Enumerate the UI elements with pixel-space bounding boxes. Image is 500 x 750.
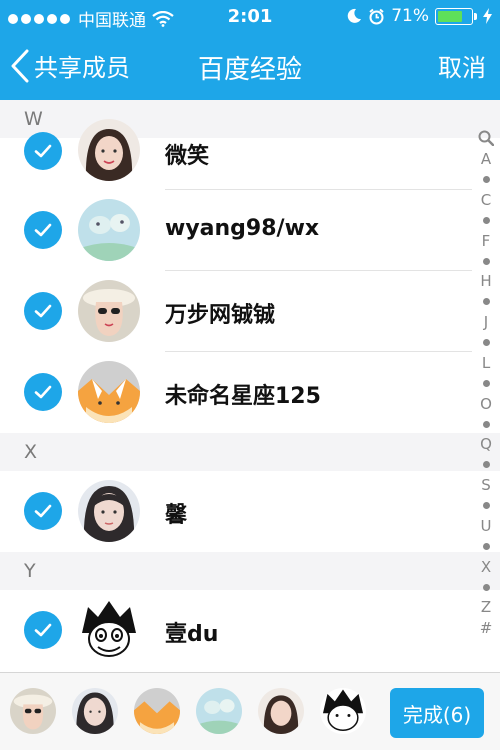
index-dot — [482, 583, 490, 591]
nav-bar: 共享成员 百度经验 取消 — [0, 34, 500, 100]
member-name: wyang98/wx — [165, 216, 320, 241]
section-header-w: W — [0, 100, 500, 138]
member-name: 万步网铖铖 — [165, 303, 276, 328]
index-letter[interactable]: Q — [480, 434, 492, 454]
selected-avatar[interactable] — [72, 688, 118, 734]
index-dot — [482, 379, 490, 387]
battery-icon — [435, 7, 477, 25]
index-letter[interactable]: # — [480, 618, 493, 638]
index-letter[interactable]: Z — [481, 597, 491, 617]
selected-avatar[interactable] — [258, 688, 304, 734]
member-row[interactable]: 馨 — [0, 471, 500, 552]
checkmark-icon[interactable] — [24, 132, 62, 170]
alarm-icon — [369, 8, 384, 24]
cancel-button[interactable]: 取消 — [438, 48, 486, 83]
selected-avatar[interactable] — [10, 688, 56, 734]
checkmark-icon[interactable] — [24, 211, 62, 249]
back-button[interactable]: 共享成员 — [10, 48, 130, 83]
checkmark-icon[interactable] — [24, 611, 62, 649]
selected-avatar[interactable] — [320, 688, 366, 734]
status-bar: 中国联通 2:01 71% — [0, 0, 500, 34]
checkmark-icon[interactable] — [24, 292, 62, 330]
moon-icon — [347, 8, 362, 23]
member-row[interactable]: 微笑 — [0, 119, 500, 190]
back-label: 共享成员 — [34, 54, 130, 82]
index-letter[interactable]: X — [481, 557, 491, 577]
done-button[interactable]: 完成(6) — [390, 688, 484, 738]
selected-avatar[interactable] — [134, 688, 180, 734]
chevron-left-icon — [11, 49, 29, 82]
index-letter[interactable]: F — [482, 231, 491, 251]
avatar — [78, 119, 140, 181]
avatar — [78, 480, 140, 542]
member-row[interactable]: wyang98/wx — [0, 190, 500, 271]
checkmark-icon[interactable] — [24, 373, 62, 411]
member-name: 馨 — [165, 503, 188, 528]
member-row[interactable]: 壹du — [0, 590, 500, 671]
member-row[interactable]: 万步网铖铖 — [0, 271, 500, 352]
checkmark-icon[interactable] — [24, 492, 62, 530]
index-dot — [482, 257, 490, 265]
index-letter[interactable]: A — [481, 149, 491, 169]
member-name: 微笑 — [165, 144, 210, 169]
status-right: 71% — [346, 6, 492, 26]
avatar — [78, 199, 140, 261]
member-name: 壹du — [165, 622, 219, 647]
index-dot — [482, 298, 490, 306]
index-dot — [482, 542, 490, 550]
index-dot — [482, 339, 490, 347]
selected-avatar[interactable] — [196, 688, 242, 734]
search-icon[interactable] — [478, 130, 494, 146]
alphabet-index[interactable]: A C F H J L O Q S U X Z # — [476, 128, 496, 638]
section-header-y: Y — [0, 552, 500, 590]
index-dot — [482, 216, 490, 224]
avatar — [78, 280, 140, 342]
battery-percent: 71% — [391, 6, 429, 26]
index-letter[interactable]: C — [481, 190, 491, 210]
section-header-x: X — [0, 433, 500, 471]
avatar — [78, 599, 140, 661]
index-letter[interactable]: J — [484, 312, 488, 332]
index-letter[interactable]: U — [481, 516, 492, 536]
selection-bar: 完成(6) — [0, 672, 500, 750]
index-dot — [482, 461, 490, 469]
avatar — [78, 361, 140, 423]
index-letter[interactable]: L — [482, 353, 490, 373]
index-letter[interactable]: O — [480, 394, 492, 414]
index-letter[interactable]: H — [480, 271, 491, 291]
index-dot — [482, 502, 490, 510]
index-dot — [482, 176, 490, 184]
bolt-icon — [483, 8, 492, 24]
member-row[interactable]: 未命名星座125 — [0, 352, 500, 433]
member-list: W 微笑 wyang98/wx 万步网铖铖 未命名星座125 X 馨 Y 壹du — [0, 100, 500, 672]
member-name: 未命名星座125 — [165, 384, 321, 409]
index-letter[interactable]: S — [481, 475, 491, 495]
index-dot — [482, 420, 490, 428]
